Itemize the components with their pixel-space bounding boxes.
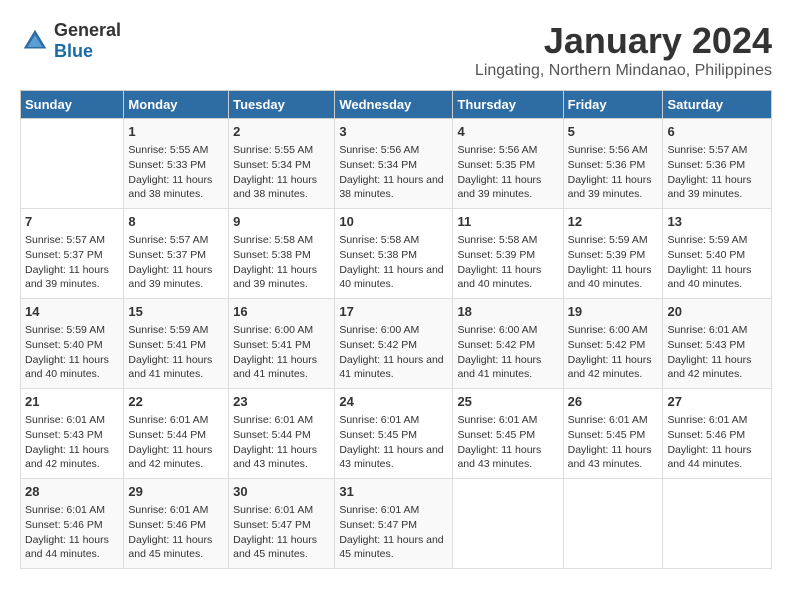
calendar-cell: 16Sunrise: 6:00 AMSunset: 5:41 PMDayligh… [229, 299, 335, 389]
calendar-table: SundayMondayTuesdayWednesdayThursdayFrid… [20, 90, 772, 569]
page-header: General Blue January 2024 Lingating, Nor… [20, 20, 772, 80]
logo-text: General Blue [54, 20, 121, 62]
calendar-cell: 20Sunrise: 6:01 AMSunset: 5:43 PMDayligh… [663, 299, 772, 389]
calendar-cell: 11Sunrise: 5:58 AMSunset: 5:39 PMDayligh… [453, 209, 563, 299]
logo-general: General [54, 20, 121, 40]
calendar-cell: 13Sunrise: 5:59 AMSunset: 5:40 PMDayligh… [663, 209, 772, 299]
day-number: 25 [457, 393, 558, 411]
day-header-sunday: Sunday [21, 91, 124, 119]
day-number: 8 [128, 213, 224, 231]
day-header-friday: Friday [563, 91, 663, 119]
day-number: 17 [339, 303, 448, 321]
day-number: 26 [568, 393, 659, 411]
calendar-cell: 12Sunrise: 5:59 AMSunset: 5:39 PMDayligh… [563, 209, 663, 299]
calendar-cell: 4Sunrise: 5:56 AMSunset: 5:35 PMDaylight… [453, 119, 563, 209]
day-number: 31 [339, 483, 448, 501]
calendar-cell: 9Sunrise: 5:58 AMSunset: 5:38 PMDaylight… [229, 209, 335, 299]
calendar-cell: 28Sunrise: 6:01 AMSunset: 5:46 PMDayligh… [21, 479, 124, 569]
calendar-cell [563, 479, 663, 569]
day-number: 11 [457, 213, 558, 231]
calendar-cell: 1Sunrise: 5:55 AMSunset: 5:33 PMDaylight… [124, 119, 229, 209]
day-number: 1 [128, 123, 224, 141]
calendar-cell: 17Sunrise: 6:00 AMSunset: 5:42 PMDayligh… [335, 299, 453, 389]
calendar-cell: 26Sunrise: 6:01 AMSunset: 5:45 PMDayligh… [563, 389, 663, 479]
day-number: 30 [233, 483, 330, 501]
day-header-thursday: Thursday [453, 91, 563, 119]
day-number: 9 [233, 213, 330, 231]
calendar-cell: 27Sunrise: 6:01 AMSunset: 5:46 PMDayligh… [663, 389, 772, 479]
calendar-cell: 8Sunrise: 5:57 AMSunset: 5:37 PMDaylight… [124, 209, 229, 299]
day-number: 13 [667, 213, 767, 231]
day-number: 20 [667, 303, 767, 321]
calendar-header-row: SundayMondayTuesdayWednesdayThursdayFrid… [21, 91, 772, 119]
day-number: 3 [339, 123, 448, 141]
day-number: 12 [568, 213, 659, 231]
day-number: 2 [233, 123, 330, 141]
day-header-tuesday: Tuesday [229, 91, 335, 119]
calendar-cell: 2Sunrise: 5:55 AMSunset: 5:34 PMDaylight… [229, 119, 335, 209]
calendar-week-row: 14Sunrise: 5:59 AMSunset: 5:40 PMDayligh… [21, 299, 772, 389]
logo-blue: Blue [54, 41, 93, 61]
day-number: 23 [233, 393, 330, 411]
month-title: January 2024 [475, 20, 772, 62]
day-header-saturday: Saturday [663, 91, 772, 119]
day-number: 16 [233, 303, 330, 321]
logo: General Blue [20, 20, 121, 62]
calendar-cell: 24Sunrise: 6:01 AMSunset: 5:45 PMDayligh… [335, 389, 453, 479]
calendar-week-row: 7Sunrise: 5:57 AMSunset: 5:37 PMDaylight… [21, 209, 772, 299]
calendar-cell: 31Sunrise: 6:01 AMSunset: 5:47 PMDayligh… [335, 479, 453, 569]
calendar-cell: 25Sunrise: 6:01 AMSunset: 5:45 PMDayligh… [453, 389, 563, 479]
calendar-cell: 15Sunrise: 5:59 AMSunset: 5:41 PMDayligh… [124, 299, 229, 389]
day-number: 27 [667, 393, 767, 411]
calendar-cell: 10Sunrise: 5:58 AMSunset: 5:38 PMDayligh… [335, 209, 453, 299]
day-number: 15 [128, 303, 224, 321]
logo-icon [20, 26, 50, 56]
calendar-cell: 3Sunrise: 5:56 AMSunset: 5:34 PMDaylight… [335, 119, 453, 209]
calendar-cell: 23Sunrise: 6:01 AMSunset: 5:44 PMDayligh… [229, 389, 335, 479]
day-number: 6 [667, 123, 767, 141]
day-number: 18 [457, 303, 558, 321]
calendar-cell [21, 119, 124, 209]
calendar-cell: 19Sunrise: 6:00 AMSunset: 5:42 PMDayligh… [563, 299, 663, 389]
calendar-cell: 29Sunrise: 6:01 AMSunset: 5:46 PMDayligh… [124, 479, 229, 569]
day-number: 28 [25, 483, 119, 501]
calendar-cell: 14Sunrise: 5:59 AMSunset: 5:40 PMDayligh… [21, 299, 124, 389]
calendar-week-row: 28Sunrise: 6:01 AMSunset: 5:46 PMDayligh… [21, 479, 772, 569]
calendar-cell: 7Sunrise: 5:57 AMSunset: 5:37 PMDaylight… [21, 209, 124, 299]
day-header-monday: Monday [124, 91, 229, 119]
day-number: 24 [339, 393, 448, 411]
day-number: 5 [568, 123, 659, 141]
day-number: 14 [25, 303, 119, 321]
day-number: 10 [339, 213, 448, 231]
day-number: 22 [128, 393, 224, 411]
day-number: 7 [25, 213, 119, 231]
calendar-cell: 22Sunrise: 6:01 AMSunset: 5:44 PMDayligh… [124, 389, 229, 479]
calendar-cell: 18Sunrise: 6:00 AMSunset: 5:42 PMDayligh… [453, 299, 563, 389]
calendar-week-row: 21Sunrise: 6:01 AMSunset: 5:43 PMDayligh… [21, 389, 772, 479]
day-header-wednesday: Wednesday [335, 91, 453, 119]
calendar-cell: 30Sunrise: 6:01 AMSunset: 5:47 PMDayligh… [229, 479, 335, 569]
calendar-cell: 6Sunrise: 5:57 AMSunset: 5:36 PMDaylight… [663, 119, 772, 209]
day-number: 21 [25, 393, 119, 411]
calendar-week-row: 1Sunrise: 5:55 AMSunset: 5:33 PMDaylight… [21, 119, 772, 209]
calendar-cell: 21Sunrise: 6:01 AMSunset: 5:43 PMDayligh… [21, 389, 124, 479]
calendar-cell: 5Sunrise: 5:56 AMSunset: 5:36 PMDaylight… [563, 119, 663, 209]
calendar-cell [453, 479, 563, 569]
calendar-cell [663, 479, 772, 569]
location-subtitle: Lingating, Northern Mindanao, Philippine… [475, 62, 772, 80]
day-number: 29 [128, 483, 224, 501]
title-block: January 2024 Lingating, Northern Mindana… [475, 20, 772, 80]
day-number: 4 [457, 123, 558, 141]
day-number: 19 [568, 303, 659, 321]
